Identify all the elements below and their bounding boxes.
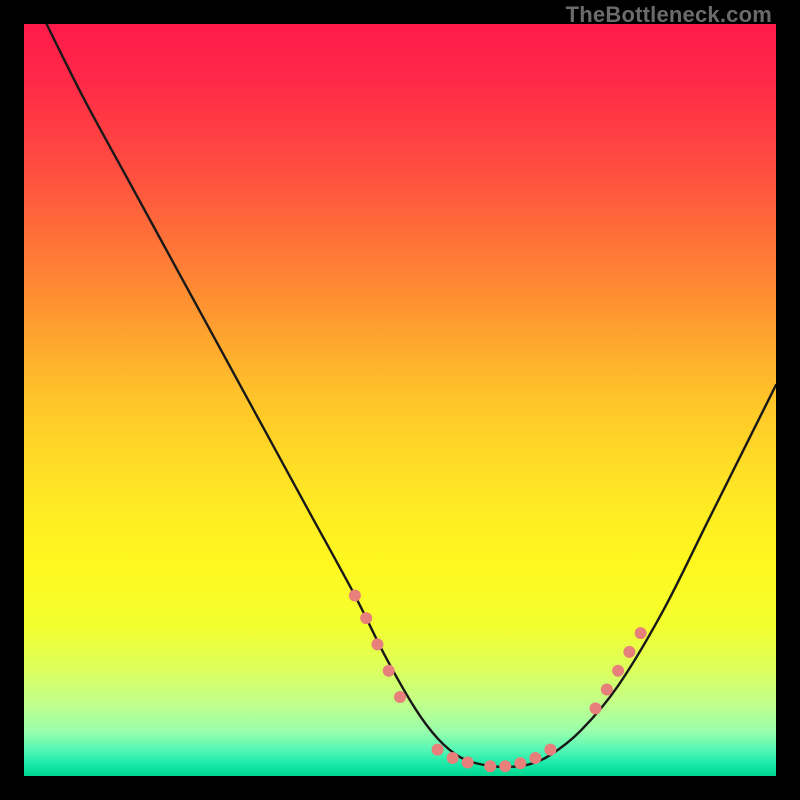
curve-marker (484, 760, 496, 772)
curve-marker (635, 627, 647, 639)
curve-marker (544, 744, 556, 756)
curve-marker (447, 752, 459, 764)
chart-background (24, 24, 776, 776)
curve-marker (623, 646, 635, 658)
curve-marker (612, 665, 624, 677)
curve-marker (383, 665, 395, 677)
curve-marker (514, 757, 526, 769)
curve-marker (462, 756, 474, 768)
curve-marker (601, 684, 613, 696)
watermark-text: TheBottleneck.com (566, 2, 772, 28)
curve-marker (432, 744, 444, 756)
curve-marker (360, 612, 372, 624)
curve-marker (394, 691, 406, 703)
curve-marker (499, 760, 511, 772)
chart-svg (24, 24, 776, 776)
curve-marker (529, 752, 541, 764)
curve-marker (590, 702, 602, 714)
curve-marker (371, 638, 383, 650)
curve-marker (349, 590, 361, 602)
chart-frame (24, 24, 776, 776)
